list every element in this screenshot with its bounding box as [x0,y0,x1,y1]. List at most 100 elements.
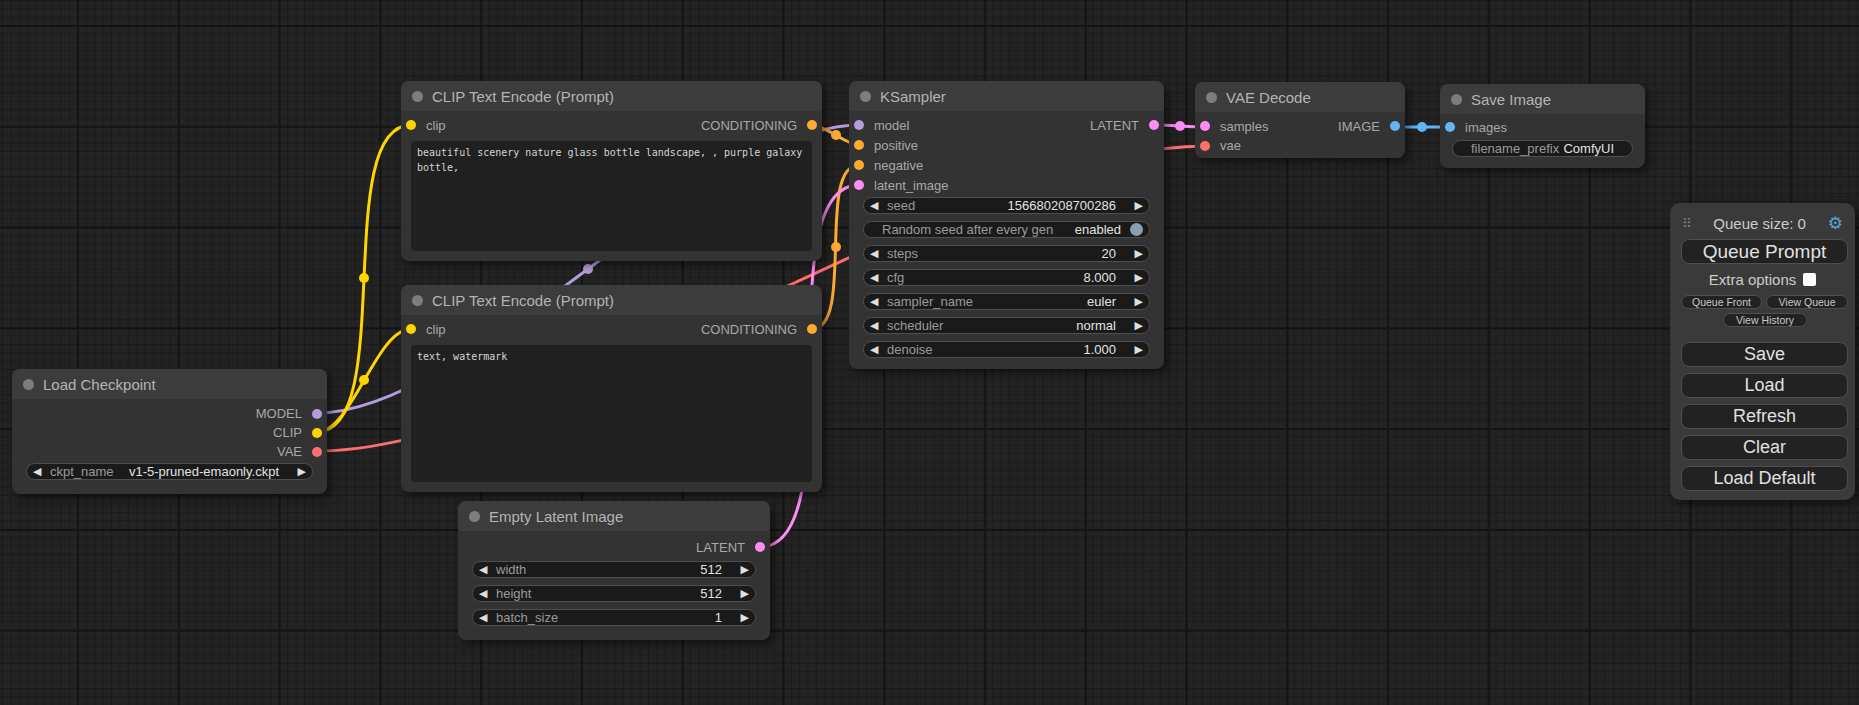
widget-steps[interactable]: ◀ steps 20 ▶ [863,245,1150,262]
prompt-textarea[interactable]: text, watermark [411,345,812,482]
widget-height[interactable]: ◀ height 512 ▶ [472,585,756,602]
input-port-negative[interactable] [854,160,864,170]
input-port-clip[interactable] [406,120,416,130]
output-port-conditioning[interactable] [807,120,817,130]
widget-filename-prefix[interactable]: filename_prefix ComfyUI [1452,140,1633,157]
widget-seed[interactable]: ◀ seed 156680208700286 ▶ [863,197,1150,214]
node-title: CLIP Text Encode (Prompt) [432,88,614,105]
output-port-vae[interactable] [312,447,322,457]
increment-arrow[interactable]: ▶ [1128,246,1143,261]
node-header[interactable]: CLIP Text Encode (Prompt) [401,81,822,111]
input-port-samples[interactable] [1200,121,1210,131]
collapse-dot[interactable] [1451,94,1462,105]
output-label-conditioning: CONDITIONING [701,118,797,133]
node-save-image[interactable]: Save Image images filename_prefix ComfyU… [1440,84,1645,168]
clear-button[interactable]: Clear [1681,435,1848,460]
extra-options-checkbox[interactable] [1803,273,1816,286]
node-load-checkpoint-header[interactable]: Load Checkpoint [12,369,327,399]
collapse-dot[interactable] [1206,92,1217,103]
node-title: CLIP Text Encode (Prompt) [432,292,614,309]
view-history-button[interactable]: View History [1723,313,1807,327]
output-port-conditioning[interactable] [807,324,817,334]
output-port-model[interactable] [312,409,322,419]
collapse-dot[interactable] [412,91,423,102]
decrement-arrow[interactable]: ◀ [479,610,494,625]
decrement-arrow[interactable]: ◀ [33,464,48,479]
node-clip-text-encode-negative[interactable]: CLIP Text Encode (Prompt) clip CONDITION… [401,285,822,492]
queue-front-button[interactable]: Queue Front [1681,295,1762,309]
save-button[interactable]: Save [1681,342,1848,367]
input-label-samples: samples [1220,119,1268,134]
input-label-positive: positive [874,138,918,153]
output-port-latent[interactable] [755,542,765,552]
view-queue-button[interactable]: View Queue [1766,295,1848,309]
decrement-arrow[interactable]: ◀ [870,342,885,357]
drag-handle[interactable]: ⠿ [1682,216,1692,231]
node-header[interactable]: Save Image [1440,84,1645,114]
node-header[interactable]: CLIP Text Encode (Prompt) [401,285,822,315]
input-port-positive[interactable] [854,140,864,150]
settings-gear-icon[interactable]: ⚙ [1828,215,1843,232]
random-seed-toggle[interactable] [1130,223,1143,236]
decrement-arrow[interactable]: ◀ [870,294,885,309]
widget-label: ckpt_name [50,464,129,479]
prompt-textarea[interactable]: beautiful scenery nature glass bottle la… [411,141,812,251]
input-port-vae[interactable] [1200,141,1210,151]
collapse-dot[interactable] [469,511,480,522]
widget-scheduler[interactable]: ◀ scheduler normal ▶ [863,317,1150,334]
increment-arrow[interactable]: ▶ [1128,294,1143,309]
collapse-dot[interactable] [23,379,34,390]
comfyui-canvas[interactable]: { "colors": { "model": "#B39DDB", "clip"… [0,0,1859,705]
node-title: VAE Decode [1226,89,1311,106]
widget-width[interactable]: ◀ width 512 ▶ [472,561,756,578]
link-dot-conditioning-positive [831,130,841,140]
node-clip-text-encode-positive[interactable]: CLIP Text Encode (Prompt) clip CONDITION… [401,81,822,261]
widget-random-seed[interactable]: Random seed after every gen enabled [863,221,1150,238]
increment-arrow[interactable]: ▶ [734,610,749,625]
widget-batch-size[interactable]: ◀ batch_size 1 ▶ [472,609,756,626]
increment-arrow[interactable]: ▶ [734,586,749,601]
link-dot-clip-positive [359,273,369,283]
load-default-button[interactable]: Load Default [1681,466,1848,491]
input-port-clip[interactable] [406,324,416,334]
widget-cfg[interactable]: ◀ cfg 8.000 ▶ [863,269,1150,286]
output-port-clip[interactable] [312,428,322,438]
increment-arrow[interactable]: ▶ [1128,270,1143,285]
output-port-image[interactable] [1390,121,1400,131]
node-empty-latent-image[interactable]: Empty Latent Image LATENT ◀ width 512 ▶ … [458,501,770,640]
output-port-latent[interactable] [1149,120,1159,130]
input-port-model[interactable] [854,120,864,130]
input-label-latent-image: latent_image [874,178,948,193]
widget-denoise[interactable]: ◀ denoise 1.000 ▶ [863,341,1150,358]
increment-arrow[interactable]: ▶ [1128,198,1143,213]
decrement-arrow[interactable]: ◀ [479,562,494,577]
input-port-images[interactable] [1445,122,1455,132]
node-header[interactable]: KSampler [849,81,1164,111]
input-label-clip: clip [426,322,446,337]
node-load-checkpoint[interactable]: Load Checkpoint MODEL CLIP VAE ◀ ckpt_na… [12,369,327,494]
increment-arrow[interactable]: ▶ [734,562,749,577]
input-port-latent-image[interactable] [854,180,864,190]
collapse-dot[interactable] [860,91,871,102]
collapse-dot[interactable] [412,295,423,306]
increment-arrow[interactable]: ▶ [1128,342,1143,357]
node-header[interactable]: VAE Decode [1195,82,1405,112]
decrement-arrow[interactable]: ◀ [479,586,494,601]
decrement-arrow[interactable]: ◀ [870,270,885,285]
decrement-arrow[interactable]: ◀ [870,198,885,213]
widget-sampler-name[interactable]: ◀ sampler_name euler ▶ [863,293,1150,310]
increment-arrow[interactable]: ▶ [1128,318,1143,333]
load-button[interactable]: Load [1681,373,1848,398]
node-header[interactable]: Empty Latent Image [458,501,770,531]
increment-arrow[interactable]: ▶ [291,464,306,479]
queue-panel[interactable]: ⠿ Queue size: 0 ⚙ Queue Prompt Extra opt… [1670,203,1855,500]
refresh-button[interactable]: Refresh [1681,404,1848,429]
widget-ckpt-name[interactable]: ◀ ckpt_name v1-5-pruned-emaonly.ckpt ▶ [26,463,313,480]
input-label-negative: negative [874,158,923,173]
decrement-arrow[interactable]: ◀ [870,318,885,333]
queue-prompt-button[interactable]: Queue Prompt [1681,239,1848,264]
decrement-arrow[interactable]: ◀ [870,246,885,261]
node-vae-decode[interactable]: VAE Decode samples IMAGE vae [1195,82,1405,158]
node-ksampler[interactable]: KSampler model LATENT positive negative … [849,81,1164,369]
queue-size-label: Queue size: 0 [1692,215,1828,232]
